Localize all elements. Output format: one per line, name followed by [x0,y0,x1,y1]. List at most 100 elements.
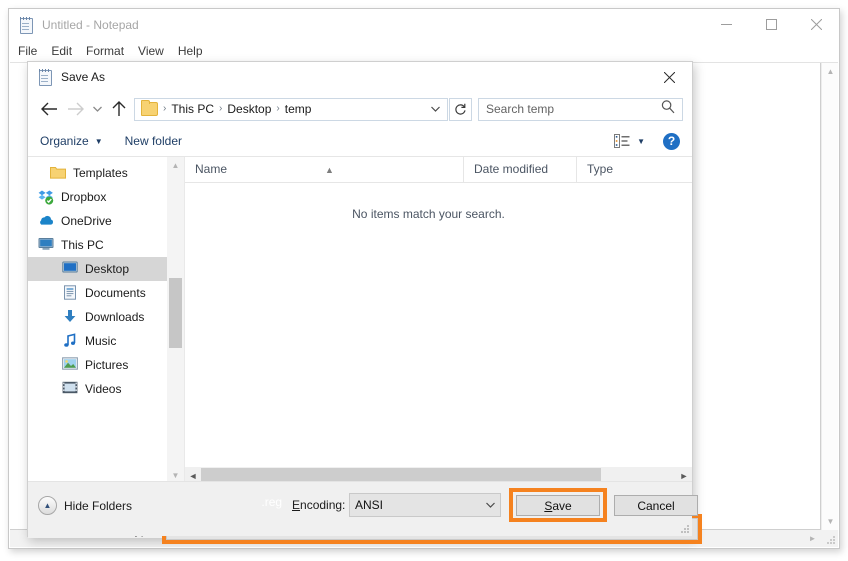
collapse-up-icon: ▲ [38,496,57,515]
breadcrumb-segment-desktop[interactable]: Desktop [227,102,271,116]
up-arrow-icon [112,101,126,116]
notepad-window-controls [704,9,839,40]
navigation-tree: Templates Dropbox OneDrive This PC Deskt… [28,157,184,401]
dialog-body: Templates Dropbox OneDrive This PC Deskt… [28,157,692,484]
sort-ascending-icon: ▲ [325,165,334,175]
menu-item-format[interactable]: Format [86,42,133,60]
music-icon [62,333,78,349]
forward-arrow-icon [67,102,84,116]
sidebar-item-label: OneDrive [61,214,112,228]
close-icon [811,19,822,30]
column-header-label: Date modified [474,162,549,176]
help-icon[interactable]: ? [663,132,680,150]
encoding-value: ANSI [355,498,384,512]
caret-down-icon: ▼ [94,136,103,146]
maximize-icon [766,19,777,30]
save-as-dialog: Save As › This PC › Desktop › temp Searc… [27,61,703,544]
menu-item-view[interactable]: View [138,42,173,60]
menu-item-edit[interactable]: Edit [51,42,81,60]
column-header-date-modified[interactable]: Date modified [463,157,576,182]
save-button[interactable]: Save [516,495,600,516]
file-list-pane: Name ▲ Date modified Type No items match… [185,157,692,484]
filename-extension: .reg [261,495,283,509]
maximize-button[interactable] [749,9,794,40]
breadcrumb-segment-this-pc[interactable]: This PC [171,102,214,116]
scroll-up-icon[interactable]: ▲ [822,63,839,80]
forward-button[interactable] [62,96,88,122]
minimize-button[interactable] [704,9,749,40]
scroll-up-icon[interactable]: ▲ [167,157,184,174]
pictures-icon [62,357,78,373]
breadcrumb-dropdown-button[interactable] [426,99,445,120]
menu-item-file[interactable]: File [18,42,46,60]
notepad-title: Untitled - Notepad [42,17,139,32]
sidebar-item-onedrive[interactable]: OneDrive [28,209,184,233]
file-list-header: Name ▲ Date modified Type [185,157,692,183]
close-icon [664,71,675,83]
navigation-pane-scrollbar[interactable]: ▲ ▼ [167,157,184,484]
videos-icon [62,381,78,397]
hide-folders-button[interactable]: ▲ Hide Folders [38,496,132,515]
back-button[interactable] [36,96,62,122]
scroll-right-icon[interactable]: ► [804,530,821,547]
sidebar-item-label: Templates [73,166,128,180]
recent-locations-button[interactable] [88,96,106,122]
encoding-dropdown-button[interactable] [482,494,499,516]
new-folder-button[interactable]: New folder [125,134,182,148]
sidebar-item-music[interactable]: Music [28,329,184,353]
breadcrumb-separator: › [276,103,280,114]
resize-grip-icon [681,525,689,533]
cancel-button[interactable]: Cancel [614,495,698,516]
recent-locations-icon [92,106,102,112]
breadcrumb-segment-temp[interactable]: temp [285,102,312,116]
view-dropdown-caret-icon[interactable]: ▼ [637,137,645,146]
new-folder-label: New folder [124,134,182,148]
breadcrumb-separator: › [219,103,223,114]
organize-button[interactable]: Organize ▼ [40,134,103,148]
sidebar-item-this-pc[interactable]: This PC [28,233,184,257]
back-arrow-icon [40,102,57,116]
dialog-command-bar: Organize ▼ New folder ▼ ? [28,126,692,157]
scrollbar-thumb[interactable] [169,278,182,348]
sidebar-item-desktop[interactable]: Desktop [28,257,184,281]
minimize-icon [721,24,732,25]
menu-item-help[interactable]: Help [178,42,212,60]
notepad-resize-corner [821,530,838,547]
chevron-down-icon [431,106,440,112]
sidebar-item-downloads[interactable]: Downloads [28,305,184,329]
sidebar-item-templates[interactable]: Templates [28,161,184,185]
search-input[interactable]: Search temp [478,97,683,121]
dialog-titlebar[interactable]: Save As [28,62,692,92]
breadcrumb[interactable]: › This PC › Desktop › temp [134,97,448,121]
search-placeholder: Search temp [486,102,555,116]
folder-icon [50,165,66,181]
navigation-pane: Templates Dropbox OneDrive This PC Deskt… [28,157,185,484]
desktop-icon [62,261,78,277]
encoding-label: Encoding: [292,498,346,512]
dialog-close-button[interactable] [647,62,692,92]
view-options-icon[interactable] [614,134,630,148]
column-header-type[interactable]: Type [576,157,692,182]
sidebar-item-pictures[interactable]: Pictures [28,353,184,377]
folder-icon [141,100,158,116]
empty-list-message: No items match your search. [352,207,505,221]
sidebar-item-videos[interactable]: Videos [28,377,184,401]
organize-label: Organize [40,134,89,148]
notepad-vertical-scrollbar[interactable]: ▲ ▼ [821,63,838,530]
scroll-down-icon[interactable]: ▼ [822,513,839,530]
refresh-icon [455,103,466,115]
up-button[interactable] [106,96,132,122]
sidebar-item-documents[interactable]: Documents [28,281,184,305]
dialog-title: Save As [61,70,106,84]
refresh-button[interactable] [449,97,472,121]
dropbox-icon [38,189,54,205]
sidebar-item-dropbox[interactable]: Dropbox [28,185,184,209]
close-button[interactable] [794,9,839,40]
chevron-down-icon [486,502,495,508]
notepad-icon [37,69,53,86]
column-header-name[interactable]: Name ▲ [185,157,463,182]
sidebar-item-label: Videos [85,382,122,396]
notepad-titlebar[interactable]: Untitled - Notepad [9,9,839,40]
encoding-combobox[interactable]: ANSI [349,493,501,517]
sidebar-item-label: Downloads [85,310,145,324]
